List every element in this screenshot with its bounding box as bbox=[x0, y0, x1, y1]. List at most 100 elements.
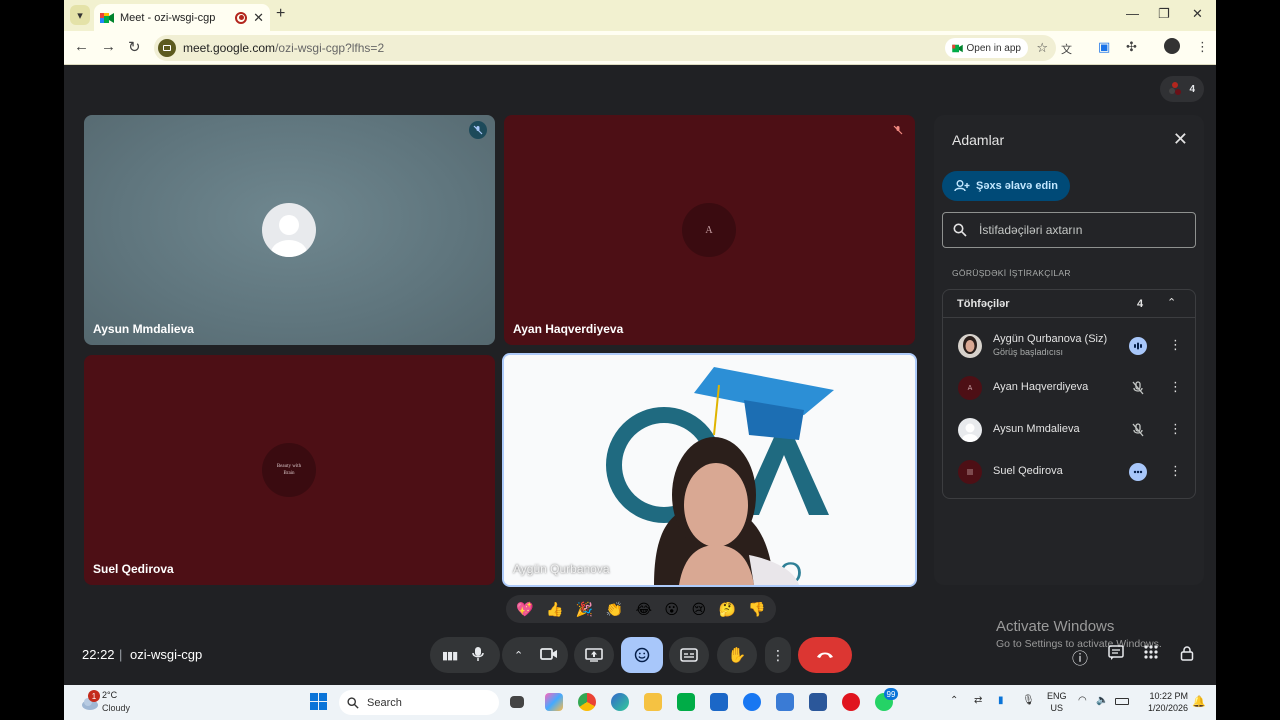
extensions-icon[interactable]: ✣ bbox=[1126, 39, 1137, 55]
add-person-icon bbox=[954, 180, 970, 192]
facebook-icon[interactable] bbox=[743, 693, 761, 711]
reload-button[interactable]: ↻ bbox=[128, 38, 141, 56]
restore-button[interactable]: ❐ bbox=[1158, 6, 1170, 22]
edge-icon[interactable] bbox=[611, 693, 629, 711]
clock[interactable]: 10:22 PM 1/20/2026 bbox=[1142, 690, 1188, 714]
word-icon[interactable] bbox=[809, 693, 827, 711]
video-tile-aysun[interactable]: Aysun Mmdalieva bbox=[84, 115, 495, 345]
translate-icon[interactable]: 文 bbox=[1061, 41, 1072, 57]
audio-level-icon: ▮▮▮ bbox=[442, 649, 458, 662]
language-indicator[interactable]: ENG US bbox=[1047, 690, 1067, 714]
reaction-sad-button[interactable]: 😢 bbox=[691, 601, 706, 618]
tab-search-button[interactable]: ▾ bbox=[70, 5, 90, 25]
meeting-details-icon[interactable]: ⓘ bbox=[1072, 645, 1088, 669]
back-button[interactable]: ← bbox=[74, 38, 89, 55]
muted-mic-icon bbox=[889, 121, 907, 139]
battery-icon[interactable] bbox=[1115, 698, 1129, 705]
more-options-icon[interactable]: ⋮ bbox=[1169, 379, 1182, 395]
volume-icon[interactable]: 🔈 bbox=[1096, 695, 1108, 706]
reaction-party-button[interactable]: 🎉 bbox=[576, 601, 593, 618]
video-tile-aygun-self[interactable]: AV O Aygün Qurbanova bbox=[502, 353, 917, 587]
reaction-surprised-button[interactable]: 😮 bbox=[664, 601, 679, 618]
more-options-icon[interactable]: ⋮ bbox=[1169, 421, 1182, 437]
captions-icon bbox=[680, 648, 698, 662]
microphone-button[interactable] bbox=[471, 646, 485, 665]
camera-options-chevron-icon[interactable]: ⌃ bbox=[514, 649, 523, 662]
host-controls-lock-icon[interactable] bbox=[1180, 645, 1194, 666]
site-info-icon[interactable] bbox=[158, 39, 176, 57]
profile-avatar[interactable] bbox=[1164, 38, 1180, 54]
taskbar-search[interactable]: Search bbox=[339, 690, 499, 715]
present-screen-button[interactable] bbox=[574, 637, 614, 673]
copilot-icon[interactable] bbox=[545, 693, 563, 711]
participant-row[interactable]: Aygün Qurbanova (Siz) Görüş başladıcısı … bbox=[943, 325, 1195, 367]
muted-mic-icon bbox=[1129, 421, 1147, 439]
video-tile-suel[interactable]: Beauty with Brain Suel Qedirova bbox=[84, 355, 495, 585]
chevron-up-icon[interactable]: ⌃ bbox=[1167, 296, 1176, 309]
reaction-heart-button[interactable]: 💖 bbox=[516, 601, 533, 618]
participant-row[interactable]: Aysun Mmdalieva ⋮ bbox=[943, 409, 1195, 451]
tray-app-icon[interactable]: ⇄ bbox=[974, 695, 982, 706]
close-window-button[interactable]: ✕ bbox=[1192, 6, 1203, 22]
photos-icon[interactable] bbox=[776, 693, 794, 711]
reactions-button[interactable] bbox=[621, 637, 663, 673]
screen: ▾ Meet - ozi-wsgi-cgp ✕ + — ❐ ✕ ← → ↻ me… bbox=[64, 0, 1216, 720]
default-avatar-icon bbox=[958, 418, 982, 442]
captions-button[interactable] bbox=[669, 637, 709, 673]
open-in-app-button[interactable]: Open in app bbox=[944, 38, 1028, 58]
participants-chip[interactable]: 4 bbox=[1160, 76, 1204, 102]
raise-hand-button[interactable]: ✋ bbox=[717, 637, 757, 673]
chat-icon[interactable] bbox=[1108, 645, 1124, 666]
meet-mic-tray-icon[interactable]: ▮ bbox=[998, 695, 1004, 706]
reaction-thinking-button[interactable]: 🤔 bbox=[718, 601, 735, 618]
file-explorer-icon[interactable] bbox=[644, 693, 662, 711]
activities-grid-icon[interactable] bbox=[1144, 645, 1158, 664]
more-options-button[interactable]: ⋮ bbox=[765, 637, 791, 673]
participant-row[interactable]: A Ayan Haqverdiyeva ⋮ bbox=[943, 367, 1195, 409]
contributors-header[interactable]: Töhfəçilər 4 ⌃ bbox=[943, 290, 1195, 318]
tab-close-icon[interactable]: ✕ bbox=[253, 10, 264, 26]
browser-tab[interactable]: Meet - ozi-wsgi-cgp ✕ bbox=[94, 4, 270, 31]
windows-start-icon[interactable] bbox=[310, 693, 328, 711]
camera-button[interactable] bbox=[540, 647, 558, 664]
chrome-menu-icon[interactable]: ⋮ bbox=[1196, 39, 1209, 55]
meet-icon[interactable] bbox=[677, 693, 695, 711]
wifi-icon[interactable]: ◠ bbox=[1078, 695, 1087, 706]
reaction-thumbs-up-button[interactable]: 👍 bbox=[546, 601, 563, 618]
more-options-icon[interactable]: ⋮ bbox=[1169, 337, 1182, 353]
new-tab-button[interactable]: + bbox=[276, 5, 285, 23]
muted-mic-icon bbox=[1129, 379, 1147, 397]
bookmark-star-icon[interactable]: ☆ bbox=[1036, 40, 1048, 56]
smiley-icon bbox=[634, 647, 650, 663]
add-people-button[interactable]: Şəxs əlavə edin bbox=[942, 171, 1070, 201]
forward-button[interactable]: → bbox=[101, 38, 116, 55]
participant-name: Suel Qedirova bbox=[993, 465, 1063, 477]
cast-icon[interactable]: ▣ bbox=[1098, 39, 1110, 55]
minimize-button[interactable]: — bbox=[1126, 6, 1139, 21]
muted-mic-icon bbox=[469, 121, 487, 139]
tray-chevron-icon[interactable]: ⌃ bbox=[950, 695, 958, 706]
search-input[interactable]: İstifadəçiləri axtarın bbox=[942, 212, 1196, 248]
recorder-icon[interactable] bbox=[842, 693, 860, 711]
meet-favicon-icon bbox=[100, 12, 114, 24]
mail-icon[interactable] bbox=[710, 693, 728, 711]
chrome-icon[interactable] bbox=[578, 693, 596, 711]
participant-row[interactable]: Suel Qedirova ⋮ bbox=[943, 451, 1195, 493]
reaction-laugh-button[interactable]: 😂 bbox=[636, 601, 652, 618]
task-view-icon[interactable] bbox=[510, 696, 524, 708]
meet-app-icon bbox=[951, 44, 963, 52]
close-icon[interactable]: ✕ bbox=[1173, 129, 1188, 150]
weather-widget[interactable]: 1 2°C Cloudy bbox=[78, 689, 148, 717]
address-bar[interactable]: meet.google.com/ozi-wsgi-cgp?lfhs=2 Open… bbox=[154, 35, 1072, 61]
video-tile-ayan[interactable]: A Ayan Haqverdiyeva bbox=[504, 115, 915, 345]
leave-call-button[interactable] bbox=[798, 637, 852, 673]
reaction-clap-button[interactable]: 👏 bbox=[606, 601, 623, 618]
browser-tab-strip: ▾ Meet - ozi-wsgi-cgp ✕ + — ❐ ✕ bbox=[64, 0, 1216, 31]
reaction-thumbs-down-button[interactable]: 👎 bbox=[748, 601, 765, 618]
meeting-time: 22:22 bbox=[82, 647, 115, 662]
microphone-tray-icon[interactable]: 🎙 bbox=[1022, 695, 1035, 706]
more-options-icon[interactable]: ⋮ bbox=[1169, 463, 1182, 479]
notifications-icon[interactable]: 🔔 bbox=[1192, 695, 1206, 708]
search-icon bbox=[347, 696, 359, 709]
reactions-bar: 💖 👍 🎉 👏 😂 😮 😢 🤔 👎 bbox=[506, 595, 776, 623]
